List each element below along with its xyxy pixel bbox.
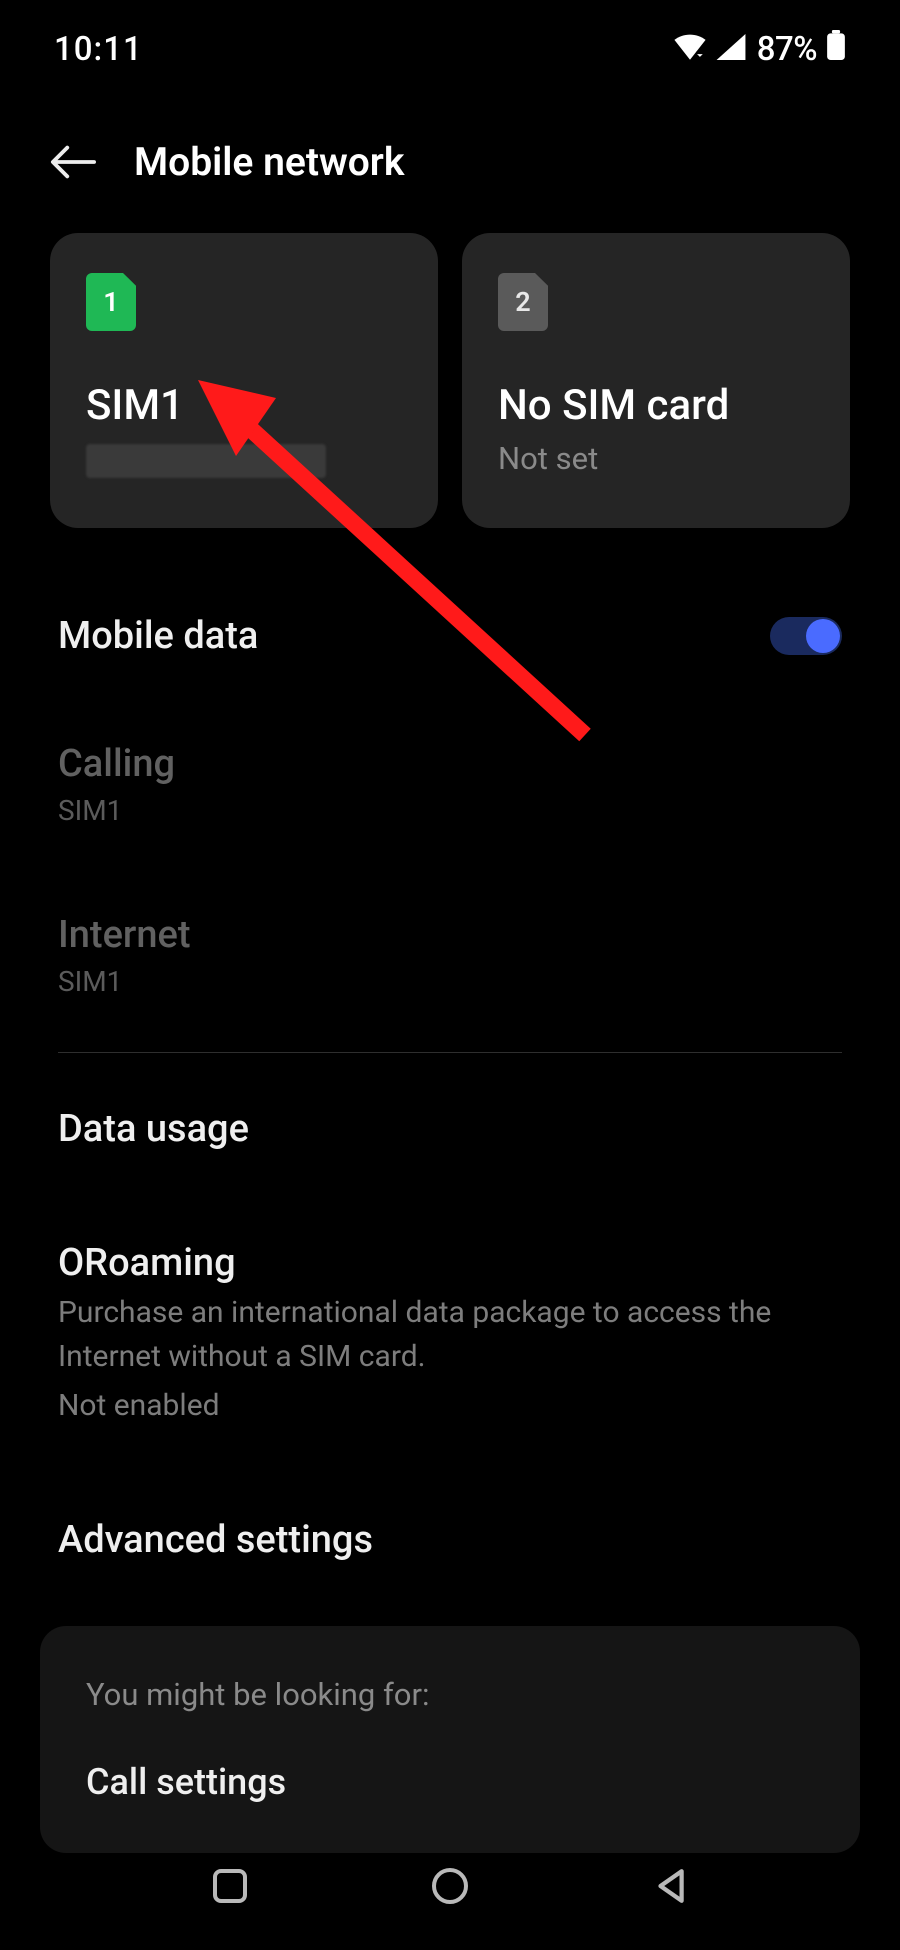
sim-card-name: No SIM card: [498, 381, 820, 430]
oroaming-description: Purchase an international data package t…: [58, 1291, 842, 1378]
mobile-data-toggle[interactable]: [770, 617, 842, 655]
internet-label: Internet: [58, 913, 191, 957]
data-usage-label: Data usage: [58, 1107, 249, 1151]
app-bar: Mobile network: [0, 83, 900, 233]
navigation-bar: [0, 1840, 900, 1950]
sim-badge-icon: 1: [86, 273, 136, 331]
sim-card-subtitle: Not set: [498, 440, 820, 477]
signal-icon: [716, 30, 746, 69]
clock: 10:11: [54, 30, 143, 69]
calling-row[interactable]: Calling SIM1: [58, 716, 842, 853]
sim-badge-icon: 2: [498, 273, 548, 331]
circle-icon: [430, 1866, 470, 1906]
wifi-icon: [673, 30, 707, 69]
oroaming-label: ORoaming: [58, 1241, 236, 1285]
internet-row[interactable]: Internet SIM1: [58, 887, 842, 1024]
mobile-data-label: Mobile data: [58, 614, 258, 658]
oroaming-status: Not enabled: [58, 1384, 220, 1428]
status-bar: 10:11 87%: [0, 0, 900, 83]
advanced-settings-label: Advanced settings: [58, 1518, 373, 1562]
sim-card-row: 1 SIM1 2 No SIM card Not set: [0, 233, 900, 528]
arrow-left-icon: [50, 144, 96, 180]
settings-list: Mobile data Calling SIM1 Internet SIM1: [0, 590, 900, 1024]
settings-list-2: Data usage ORoaming Purchase an internat…: [0, 1083, 900, 1586]
sim-card-name: SIM1: [86, 381, 408, 430]
sim-card-2[interactable]: 2 No SIM card Not set: [462, 233, 850, 528]
internet-value: SIM1: [58, 965, 122, 998]
battery-icon: [826, 30, 846, 69]
data-usage-row[interactable]: Data usage: [58, 1083, 842, 1175]
calling-label: Calling: [58, 742, 175, 786]
status-icons: 87%: [673, 30, 846, 69]
divider: [58, 1052, 842, 1053]
calling-value: SIM1: [58, 794, 122, 827]
back-button[interactable]: [50, 139, 96, 185]
oroaming-row[interactable]: ORoaming Purchase an international data …: [58, 1215, 842, 1454]
nav-home-button[interactable]: [426, 1862, 474, 1910]
battery-percentage: 87%: [757, 30, 817, 69]
triangle-left-icon: [653, 1867, 687, 1905]
suggestion-card: You might be looking for: Call settings: [40, 1626, 860, 1853]
suggestion-heading: You might be looking for:: [86, 1676, 814, 1713]
nav-recent-button[interactable]: [206, 1862, 254, 1910]
advanced-settings-row[interactable]: Advanced settings: [58, 1494, 842, 1586]
mobile-data-toggle-row[interactable]: Mobile data: [58, 590, 842, 682]
square-icon: [212, 1868, 248, 1904]
sim-card-subtitle-redacted: [86, 444, 326, 478]
page-title: Mobile network: [134, 139, 404, 185]
call-settings-link[interactable]: Call settings: [86, 1761, 814, 1803]
nav-back-button[interactable]: [646, 1862, 694, 1910]
sim-card-1[interactable]: 1 SIM1: [50, 233, 438, 528]
